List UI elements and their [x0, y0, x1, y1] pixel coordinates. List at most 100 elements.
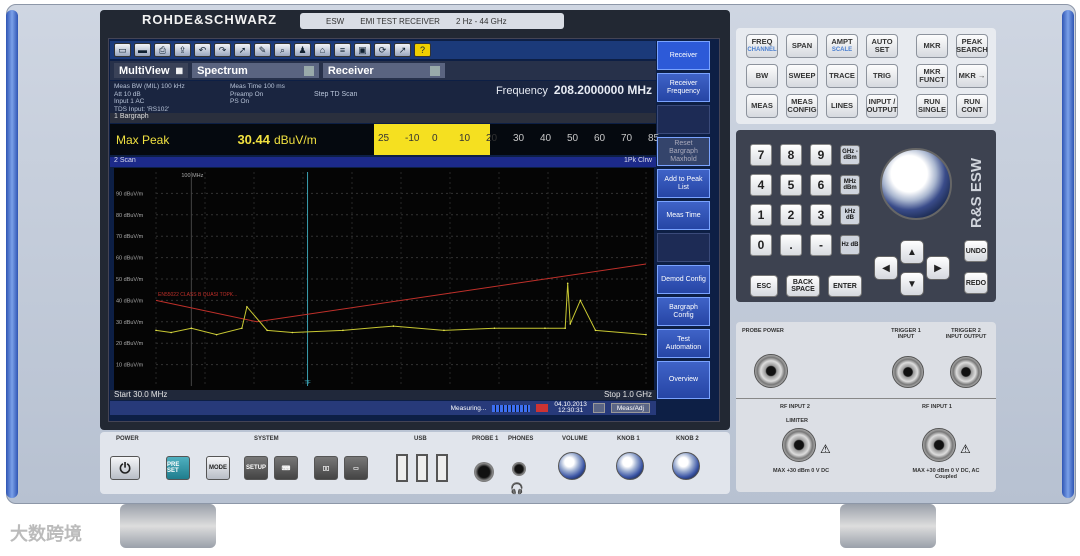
pointer-icon[interactable]: ➚ [234, 43, 251, 57]
close-icon[interactable] [429, 65, 440, 76]
numpad-key-7[interactable]: 7 [750, 144, 772, 166]
usb-port[interactable] [396, 454, 408, 482]
key-trace[interactable]: TRACE [826, 64, 858, 88]
numpad-key-0[interactable]: 0 [750, 234, 772, 256]
numpad-key-3[interactable]: 3 [810, 204, 832, 226]
numpad-key-4[interactable]: 4 [750, 174, 772, 196]
phones-label: PHONES [508, 436, 534, 442]
softkey-test-automation[interactable]: Test Automation [657, 329, 710, 358]
key-enter[interactable]: ENTER [828, 275, 862, 297]
rf-input1-connector[interactable] [922, 428, 956, 462]
usb-port[interactable] [436, 454, 448, 482]
print-icon[interactable]: ⎙ [154, 43, 171, 57]
key-back[interactable]: BACK SPACE [786, 275, 820, 297]
key-run-cont[interactable]: RUN CONT [956, 94, 988, 118]
tab-receiver[interactable]: Receiver [322, 63, 445, 78]
status-blank-button[interactable] [592, 403, 605, 413]
numpad-key-2[interactable]: 2 [780, 204, 802, 226]
arrow-down-key[interactable]: ▼ [900, 272, 924, 296]
key-ampt[interactable]: AMPT SCALE [826, 34, 858, 58]
rf-input2-connector[interactable] [782, 428, 816, 462]
key-auto-set[interactable]: AUTO SET [866, 34, 898, 58]
meas-adj-button[interactable]: Meas/Adj [610, 403, 650, 413]
trigger2-connector[interactable] [950, 356, 982, 388]
key-redo[interactable]: REDO [964, 272, 988, 294]
arrow-left-key[interactable]: ◀ [874, 256, 898, 280]
list-icon[interactable]: ≡ [334, 43, 351, 57]
tab-multiview[interactable]: MultiView ▦ [114, 63, 189, 78]
softkey-reset-bargraph-maxhold[interactable]: Reset Bargraph Maxhold [657, 137, 710, 166]
key-run-single[interactable]: RUN SINGLE [916, 94, 948, 118]
softkey-receiver-frequency[interactable]: Receiver Frequency [657, 73, 710, 102]
key-mkr[interactable]: MKR [916, 34, 948, 58]
marker-icon[interactable]: ✎ [254, 43, 271, 57]
share-icon[interactable]: ↗ [394, 43, 411, 57]
undo-icon[interactable]: ↶ [194, 43, 211, 57]
zoom-icon[interactable]: ⌕ [274, 43, 291, 57]
screen-icon[interactable]: ▣ [354, 43, 371, 57]
key-mkr-[interactable]: MKR → [956, 64, 988, 88]
unit-key-ghz[interactable]: GHz -dBm [840, 145, 860, 165]
key-undo[interactable]: UNDO [964, 240, 988, 262]
knob2[interactable] [672, 452, 700, 480]
key-freq[interactable]: FREQ CHANNEL [746, 34, 778, 58]
phones-jack[interactable] [512, 462, 526, 476]
cycle-icon[interactable]: ⟳ [374, 43, 391, 57]
help-icon[interactable]: ? [414, 43, 431, 57]
key-meas-config[interactable]: MEAS CONFIG [786, 94, 818, 118]
softkey-demod-config[interactable]: Demod Config [657, 265, 710, 294]
numpad-key-6[interactable]: 6 [810, 174, 832, 196]
usb-port[interactable] [416, 454, 428, 482]
softkey-bargraph-config[interactable]: Bargraph Config [657, 297, 710, 326]
softkey-blank-6[interactable] [657, 233, 710, 262]
rotary-knob[interactable] [880, 148, 952, 220]
preset-button[interactable]: PRE SET [166, 456, 190, 480]
softkey-receiver[interactable]: Receiver [657, 41, 710, 70]
numpad-key-5[interactable]: 5 [780, 174, 802, 196]
numpad-key-8[interactable]: 8 [780, 144, 802, 166]
softkey-overview[interactable]: Overview [657, 361, 710, 399]
probe-power-connector[interactable] [754, 354, 788, 388]
key-input-output[interactable]: INPUT / OUTPUT [866, 94, 898, 118]
key-trig[interactable]: TRIG [866, 64, 898, 88]
display-split-button[interactable]: ▯▯ [314, 456, 338, 480]
person-icon[interactable]: ♟ [294, 43, 311, 57]
key-bw[interactable]: BW [746, 64, 778, 88]
unit-key-khz[interactable]: kHz dB [840, 205, 860, 225]
scan-plot[interactable]: 90 dBuV/m 80 dBuV/m 70 dBuV/m 60 dBuV/m 50 d… [114, 168, 654, 390]
usb-icon[interactable]: ⇪ [174, 43, 191, 57]
redo-icon[interactable]: ↷ [214, 43, 231, 57]
numpad-key-dot[interactable]: . [780, 234, 802, 256]
arrow-right-key[interactable]: ▶ [926, 256, 950, 280]
trigger1-connector[interactable] [892, 356, 924, 388]
window-button[interactable]: ▭ [344, 456, 368, 480]
unit-key-mhz[interactable]: MHz dBm [840, 175, 860, 195]
arrow-up-key[interactable]: ▲ [900, 240, 924, 264]
key-sweep[interactable]: SWEEP [786, 64, 818, 88]
folder-icon[interactable]: ▭ [114, 43, 131, 57]
key-peak-search[interactable]: PEAK SEARCH [956, 34, 988, 58]
key-esc[interactable]: ESC [750, 275, 778, 297]
softkey-blank-2[interactable] [657, 105, 710, 134]
key-meas[interactable]: MEAS [746, 94, 778, 118]
knob1[interactable] [616, 452, 644, 480]
setup-button[interactable]: SETUP [244, 456, 268, 480]
numpad-key-minus[interactable]: - [810, 234, 832, 256]
save-icon[interactable]: ▬ [134, 43, 151, 57]
power-button[interactable]: ⏻ [110, 456, 140, 480]
softkey-add-to-peak-list[interactable]: Add to Peak List [657, 169, 710, 198]
volume-knob[interactable] [558, 452, 586, 480]
mode-button[interactable]: MODE [206, 456, 230, 480]
key-span[interactable]: SPAN [786, 34, 818, 58]
key-mkr-funct[interactable]: MKR FUNCT [916, 64, 948, 88]
keyboard-button[interactable]: ⌨ [274, 456, 298, 480]
numpad-key-1[interactable]: 1 [750, 204, 772, 226]
close-icon[interactable] [303, 65, 314, 76]
probe1-connector[interactable] [474, 462, 494, 482]
numpad-key-9[interactable]: 9 [810, 144, 832, 166]
softkey-meas-time[interactable]: Meas Time [657, 201, 710, 230]
tab-spectrum[interactable]: Spectrum [192, 63, 319, 78]
unit-key-hz[interactable]: Hz dB [840, 235, 860, 255]
home-icon[interactable]: ⌂ [314, 43, 331, 57]
key-lines[interactable]: LINES [826, 94, 858, 118]
